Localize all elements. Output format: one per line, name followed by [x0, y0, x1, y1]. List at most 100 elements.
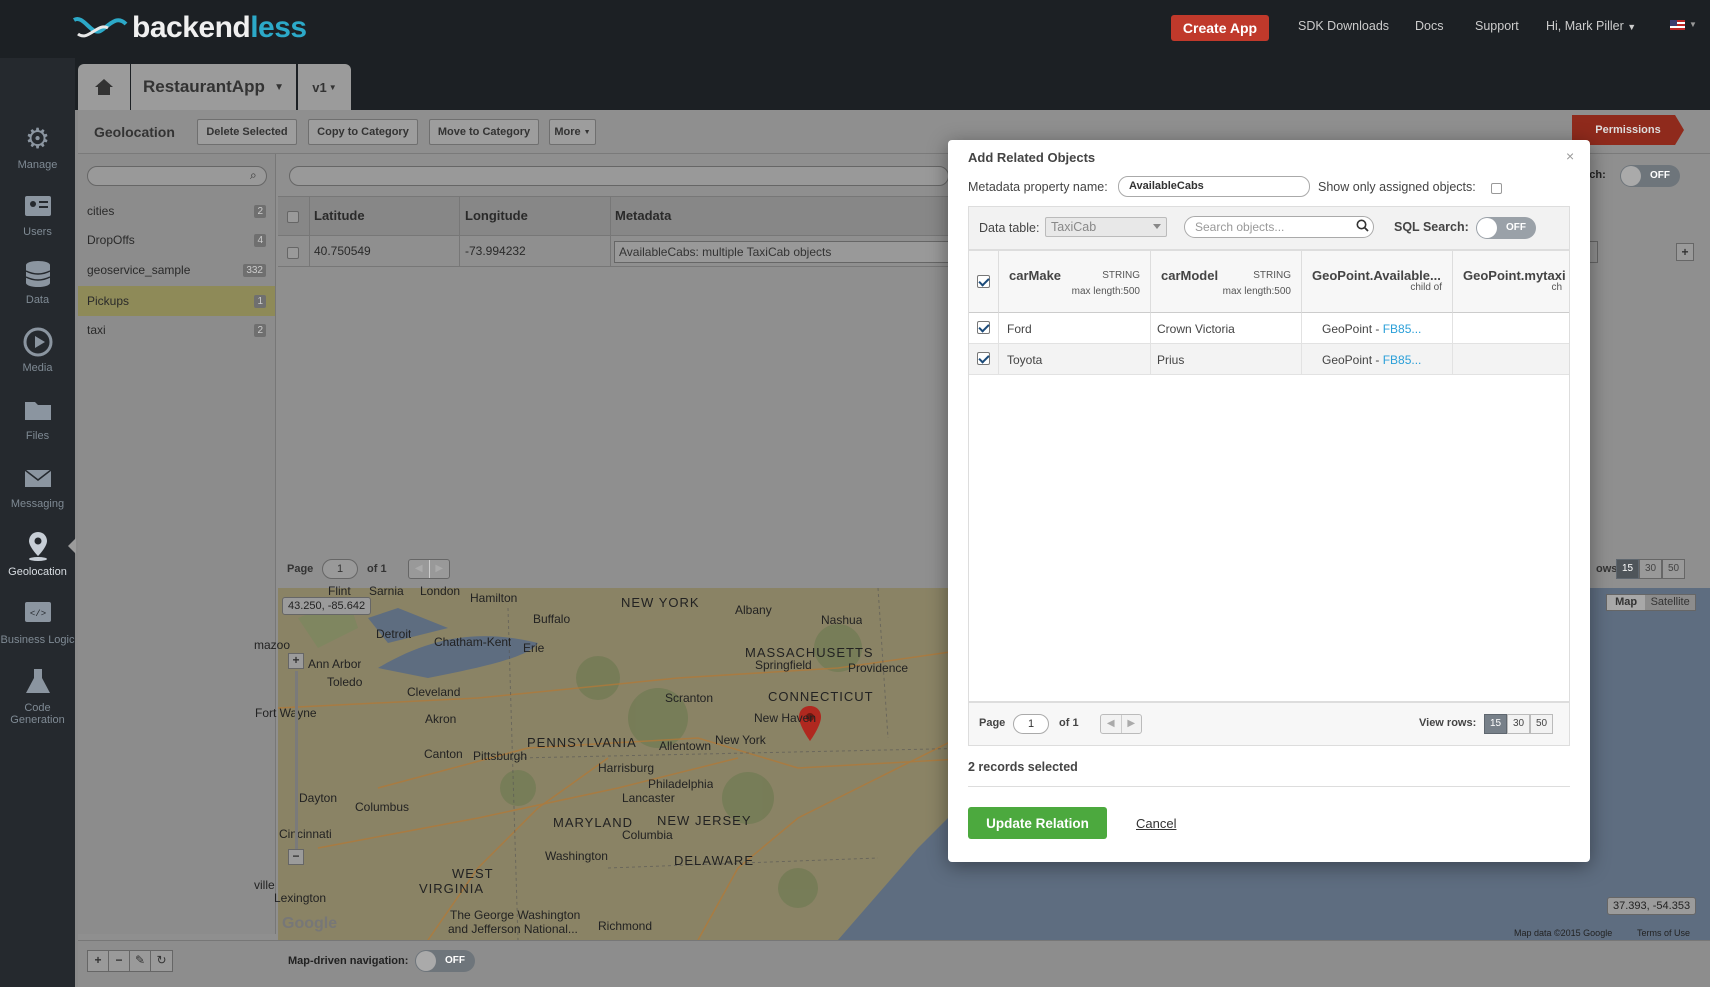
app-name: RestaurantApp	[143, 77, 265, 96]
select-all-checkbox[interactable]	[287, 211, 299, 223]
home-tab[interactable]	[78, 64, 130, 110]
prev-page-icon[interactable]: ◀	[409, 560, 430, 578]
add-row-button[interactable]: +	[1676, 243, 1694, 261]
nav-messaging[interactable]: Messaging	[0, 462, 75, 510]
view-rows-30[interactable]: 30	[1507, 714, 1530, 734]
support-link[interactable]: Support	[1475, 19, 1519, 33]
next-page-icon[interactable]: ▶	[1122, 715, 1142, 733]
zoom-out-button[interactable]: −	[288, 849, 304, 865]
grid-search-input[interactable]	[289, 166, 949, 186]
next-page-icon[interactable]: ▶	[430, 560, 450, 578]
refresh-icon[interactable]: ↻	[151, 951, 172, 971]
docs-link[interactable]: Docs	[1415, 19, 1443, 33]
delete-selected-button[interactable]: Delete Selected	[197, 119, 297, 145]
create-app-button[interactable]: Create App	[1171, 15, 1269, 41]
longitude-cell[interactable]: -73.994232	[465, 244, 526, 258]
page-input[interactable]: 1	[322, 559, 358, 579]
copy-to-category-button[interactable]: Copy to Category	[308, 119, 418, 145]
row-checkbox[interactable]	[287, 247, 299, 259]
column-name: GeoPoint.mytaxi	[1463, 268, 1566, 283]
column-header-latitude[interactable]: Latitude	[314, 208, 365, 223]
add-category-icon[interactable]: +	[88, 951, 109, 971]
view-rows-15[interactable]: 15	[1484, 714, 1507, 734]
select-all-checkbox[interactable]	[977, 275, 990, 288]
zoom-in-button[interactable]: +	[288, 653, 304, 669]
column-header-geopoint-mytaxi[interactable]: GeoPoint.mytaxi ch	[1453, 251, 1569, 313]
data-table-select[interactable]: TaxiCab	[1045, 217, 1167, 237]
carmodel-cell[interactable]: Prius	[1151, 344, 1302, 375]
sql-search-toggle[interactable]: OFF	[1476, 217, 1536, 239]
nav-files[interactable]: Files	[0, 394, 75, 442]
edit-category-icon[interactable]: ✎	[130, 951, 151, 971]
map-nav-toggle[interactable]: OFF	[415, 950, 475, 972]
row-checkbox[interactable]	[977, 352, 990, 365]
map-city-label: Toledo	[327, 675, 363, 689]
view-rows-15[interactable]: 15	[1616, 559, 1639, 579]
nav-code-generation[interactable]: Code Generation	[0, 666, 75, 726]
geopoint-cell[interactable]: GeoPoint - FB85...	[1302, 344, 1453, 375]
category-item-geoservice-sample[interactable]: geoservice_sample 332	[78, 256, 275, 284]
view-rows-50[interactable]: 50	[1530, 714, 1553, 734]
language-flag-icon[interactable]	[1670, 20, 1685, 30]
nav-media[interactable]: Media	[0, 326, 75, 374]
column-header-carmake[interactable]: carMake STRING max length:500	[999, 251, 1151, 313]
user-menu[interactable]: Hi, Mark Piller ▼	[1546, 19, 1636, 33]
page-title: Geolocation	[94, 124, 175, 140]
column-header-metadata[interactable]: Metadata	[615, 208, 671, 223]
column-header-carmodel[interactable]: carModel STRING max length:500	[1151, 251, 1302, 313]
geopoint-link[interactable]: FB85...	[1383, 322, 1422, 336]
terms-of-use-link[interactable]: Terms of Use	[1637, 928, 1690, 938]
nav-business-logic[interactable]: </> Business Logic	[0, 598, 75, 646]
map-city-label: VIRGINIA	[419, 881, 485, 896]
category-item-pickups[interactable]: Pickups 1	[78, 286, 275, 316]
sdk-downloads-link[interactable]: SDK Downloads	[1298, 19, 1389, 33]
geopoint-link[interactable]: FB85...	[1383, 353, 1422, 367]
nav-geolocation[interactable]: Geolocation	[0, 530, 75, 578]
nav-users[interactable]: Users	[0, 190, 75, 238]
search-icon[interactable]	[1356, 219, 1369, 235]
add-related-objects-dialog: Add Related Objects × Metadata property …	[948, 140, 1590, 862]
row-checkbox[interactable]	[977, 321, 990, 334]
cancel-link[interactable]: Cancel	[1136, 816, 1176, 831]
search-objects-input[interactable]: Search objects...	[1184, 216, 1374, 238]
search-toggle[interactable]: OFF	[1620, 165, 1680, 187]
app-selector[interactable]: RestaurantApp ▼	[131, 64, 296, 110]
category-item-dropoffs[interactable]: DropOffs 4	[78, 226, 275, 254]
geopoint-cell[interactable]: GeoPoint - FB85...	[1302, 313, 1453, 344]
geopoint-mytaxi-cell[interactable]	[1453, 313, 1569, 344]
show-assigned-checkbox[interactable]	[1491, 183, 1502, 194]
map-type-map[interactable]: Map	[1607, 595, 1646, 610]
dialog-pager: Page 1 of 1 ◀ ▶ View rows: 15 30 50	[968, 702, 1570, 746]
geopoint-mytaxi-cell[interactable]	[1453, 344, 1569, 375]
page-input[interactable]: 1	[1013, 714, 1049, 734]
map-city-label: Nashua	[821, 613, 863, 627]
view-rows-50[interactable]: 50	[1662, 559, 1685, 579]
column-header-longitude[interactable]: Longitude	[465, 208, 528, 223]
carmake-cell[interactable]: Toyota	[999, 344, 1151, 375]
update-relation-button[interactable]: Update Relation	[968, 807, 1107, 839]
view-rows-30[interactable]: 30	[1639, 559, 1662, 579]
carmodel-cell[interactable]: Crown Victoria	[1151, 313, 1302, 344]
metadata-cell[interactable]: AvailableCabs: multiple TaxiCab objects	[614, 241, 954, 263]
column-header-geopoint-available[interactable]: GeoPoint.Available... child of	[1302, 251, 1453, 313]
close-icon[interactable]: ×	[1566, 148, 1574, 164]
remove-category-icon[interactable]: −	[109, 951, 130, 971]
category-item-taxi[interactable]: taxi 2	[78, 316, 275, 344]
category-name: geoservice_sample	[87, 263, 191, 277]
backendless-logo[interactable]: backendless	[72, 10, 307, 46]
more-button[interactable]: More ▼	[549, 119, 596, 145]
category-search-input[interactable]	[87, 166, 267, 186]
map-city-label: CONNECTICUT	[768, 689, 874, 704]
map-type-satellite[interactable]: Satellite	[1645, 595, 1695, 610]
carmake-cell[interactable]: Ford	[999, 313, 1151, 344]
page-nav[interactable]: ◀ ▶	[408, 559, 450, 579]
category-item-cities[interactable]: cities 2	[78, 197, 275, 225]
latitude-cell[interactable]: 40.750549	[314, 244, 371, 258]
nav-data[interactable]: Data	[0, 258, 75, 306]
property-name-input[interactable]: AvailableCabs	[1118, 176, 1310, 197]
zoom-slider[interactable]	[295, 671, 298, 851]
prev-page-icon[interactable]: ◀	[1101, 715, 1122, 733]
move-to-category-button[interactable]: Move to Category	[429, 119, 539, 145]
version-selector[interactable]: v1 ▼	[298, 64, 351, 110]
nav-manage[interactable]: ⚙ Manage	[0, 123, 75, 171]
